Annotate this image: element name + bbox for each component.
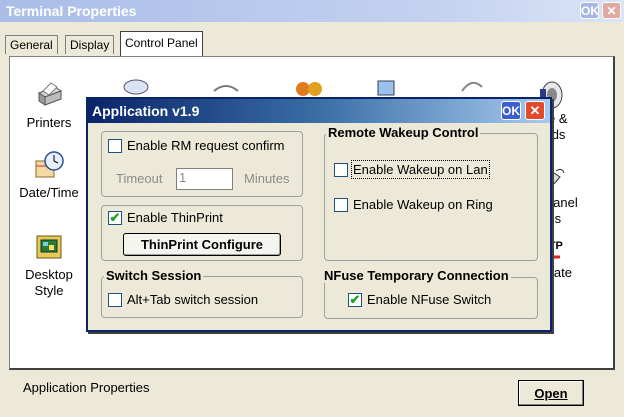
nfuse-title: NFuse Temporary Connection: [322, 268, 511, 283]
alt-tab-switch-label: Alt+Tab switch session: [127, 292, 259, 307]
application-dialog: Application v1.9 OK ✕ Enable RM request …: [86, 97, 552, 332]
status-text: Application Properties: [23, 380, 150, 395]
display-icon: [377, 80, 395, 96]
open-button-label: Open: [534, 386, 568, 401]
tab-display[interactable]: Display: [65, 35, 115, 54]
accessibility-icon: [461, 81, 483, 92]
enable-nfuse-switch-label: Enable NFuse Switch: [367, 292, 492, 307]
dialog-title: Application v1.9: [92, 103, 200, 119]
minutes-label: Minutes: [244, 171, 290, 186]
remote-wakeup-title: Remote Wakeup Control: [326, 125, 481, 140]
control-panel-item-label: Desktop Style: [25, 267, 73, 298]
window-title-bar: Terminal Properties OK ✕: [0, 0, 624, 22]
checkbox-box: [334, 162, 348, 177]
control-panel-item-label: Date/Time: [19, 185, 79, 200]
wakeup-on-ring-checkbox[interactable]: Enable Wakeup on Ring: [334, 197, 493, 212]
open-button[interactable]: Open: [518, 380, 584, 406]
checkbox-box: [108, 138, 122, 153]
control-panel-item-desktop-style[interactable]: Desktop Style: [14, 231, 84, 299]
checkbox-box: ✔: [348, 292, 362, 307]
keyboard-icon: [123, 79, 149, 95]
enable-thinprint-checkbox[interactable]: ✔ Enable ThinPrint: [108, 210, 223, 225]
tab-control-panel[interactable]: Control Panel: [120, 31, 203, 56]
dialog-ok-button[interactable]: OK: [501, 101, 521, 120]
enable-rm-request-label: Enable RM request confirm: [127, 138, 285, 153]
wakeup-on-lan-label: Enable Wakeup on Lan: [351, 160, 490, 179]
tab-strip: General Display Control Panel: [0, 22, 624, 56]
desktop-style-icon: [36, 235, 62, 259]
wakeup-on-lan-checkbox[interactable]: Enable Wakeup on Lan: [334, 160, 490, 179]
window-title: Terminal Properties: [6, 3, 137, 19]
thinprint-configure-button[interactable]: ThinPrint Configure: [123, 233, 281, 256]
wakeup-on-ring-label: Enable Wakeup on Ring: [353, 197, 493, 212]
control-panel-item-label: Printers: [26, 115, 72, 130]
network-icon: [296, 82, 322, 96]
control-panel-item-date-time[interactable]: Date/Time: [14, 149, 84, 201]
checkbox-box: [108, 292, 122, 307]
control-panel-item-printers[interactable]: Printers: [14, 79, 84, 131]
switch-session-title: Switch Session: [104, 268, 204, 283]
enable-rm-request-checkbox[interactable]: Enable RM request confirm: [108, 138, 285, 153]
checkbox-box: ✔: [108, 210, 122, 225]
enable-nfuse-switch-checkbox[interactable]: ✔ Enable NFuse Switch: [348, 292, 491, 307]
enable-thinprint-label: Enable ThinPrint: [127, 210, 223, 225]
window-close-button[interactable]: ✕: [602, 2, 621, 19]
clock-icon: [35, 151, 64, 178]
checkbox-box: [334, 197, 348, 212]
mouse-icon: [213, 85, 239, 92]
window-ok-button[interactable]: OK: [580, 2, 599, 19]
timeout-label: Timeout: [116, 171, 163, 186]
alt-tab-switch-checkbox[interactable]: Alt+Tab switch session: [108, 292, 258, 307]
dialog-close-button[interactable]: ✕: [525, 101, 545, 120]
tab-general[interactable]: General: [5, 35, 58, 54]
timeout-input[interactable]: 1: [176, 168, 233, 190]
dialog-title-bar: Application v1.9 OK ✕: [88, 99, 550, 123]
printer-icon: [37, 82, 63, 106]
